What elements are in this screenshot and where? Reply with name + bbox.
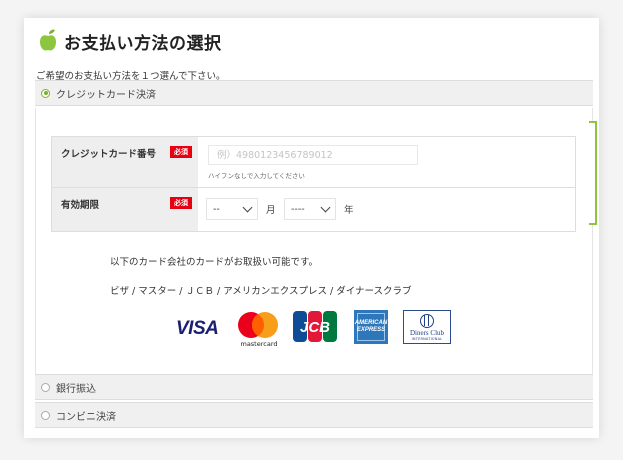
credit-card-form: クレジットカード番号 必須 ハイフンなしで入力してください 有効期限 必須 -- <box>51 136 576 232</box>
expiry-row: 有効期限 必須 -- 月 ---- 年 <box>52 188 575 231</box>
card-number-label: クレジットカード番号 <box>61 149 157 160</box>
diners-club-logo: Diners Club INTERNATIONAL <box>403 310 451 344</box>
card-number-field-cell: ハイフンなしで入力してください <box>198 137 575 187</box>
card-number-label-cell: クレジットカード番号 必須 <box>52 137 198 187</box>
method-label-credit-card: クレジットカード決済 <box>56 89 156 101</box>
jcb-wordmark: JCB <box>300 319 330 336</box>
expiry-label-cell: 有効期限 必須 <box>52 188 198 231</box>
accepted-cards-list: ビザ / マスター / ＪＣＢ / アメリカンエクスプレス / ダイナースクラブ <box>110 286 412 297</box>
amex-line-1: AMERICAN <box>354 320 388 326</box>
expiry-month-select[interactable]: -- <box>206 198 258 220</box>
radio-convenience-store[interactable] <box>41 410 50 420</box>
card-number-hint: ハイフンなしで入力してください <box>208 172 305 180</box>
diners-wordmark: Diners Club <box>409 329 445 337</box>
radio-bank-transfer[interactable] <box>41 382 50 392</box>
payment-card: お支払い方法の選択 ご希望のお支払い方法を１つ選んで下さい。 クレジットカード決… <box>24 18 599 438</box>
chevron-down-icon <box>242 202 253 213</box>
method-credit-card[interactable]: クレジットカード決済 <box>35 80 593 106</box>
credit-card-panel: クレジットカード番号 必須 ハイフンなしで入力してください 有効期限 必須 -- <box>35 108 593 374</box>
expiry-field-cell: -- 月 ---- 年 <box>198 188 575 231</box>
required-badge: 必須 <box>170 146 192 158</box>
required-badge: 必須 <box>170 197 192 209</box>
radio-credit-card[interactable] <box>41 88 50 98</box>
expiry-year-value: ---- <box>291 203 305 215</box>
side-tab-handle[interactable] <box>589 121 597 225</box>
card-number-input[interactable] <box>208 145 418 165</box>
method-bank-transfer[interactable]: 銀行振込 <box>35 374 593 400</box>
amex-wordmark: AMERICAN EXPRESS <box>354 320 388 334</box>
amex-logo: AMERICAN EXPRESS <box>354 310 388 344</box>
expiry-label: 有効期限 <box>61 200 100 211</box>
month-unit: 月 <box>266 205 276 216</box>
expiry-month-value: -- <box>213 203 220 215</box>
year-unit: 年 <box>344 205 354 216</box>
chevron-down-icon <box>320 202 331 213</box>
expiry-year-select[interactable]: ---- <box>284 198 336 220</box>
accepted-cards-note: 以下のカード会社のカードがお取扱い可能です。 <box>110 257 319 268</box>
mastercard-wordmark: mastercard <box>240 340 278 348</box>
mastercard-logo <box>238 312 278 338</box>
method-convenience-store[interactable]: コンビニ決済 <box>35 402 593 428</box>
page-title: お支払い方法の選択 <box>64 33 222 54</box>
diners-subtitle: INTERNATIONAL <box>411 337 443 341</box>
apple-icon <box>40 29 56 51</box>
amex-line-2: EXPRESS <box>356 327 386 333</box>
visa-logo: VISA <box>176 318 219 339</box>
method-label-bank-transfer: 銀行振込 <box>56 383 96 395</box>
card-number-row: クレジットカード番号 必須 ハイフンなしで入力してください <box>52 137 575 188</box>
jcb-logo: JCB <box>293 311 337 342</box>
page-heading: お支払い方法の選択 <box>38 28 222 54</box>
method-label-convenience-store: コンビニ決済 <box>56 411 116 423</box>
diners-emblem-icon <box>420 314 434 328</box>
